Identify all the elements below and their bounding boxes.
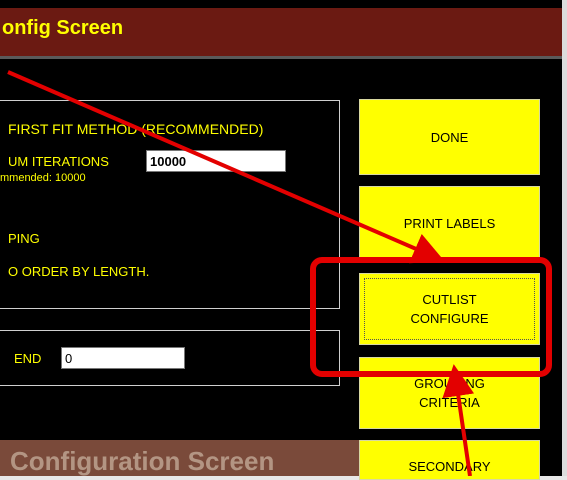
annotation-arrow-1: [7, 70, 445, 264]
annotation-arrows: [7, 70, 475, 476]
annotation-arrow-2: [442, 364, 475, 476]
